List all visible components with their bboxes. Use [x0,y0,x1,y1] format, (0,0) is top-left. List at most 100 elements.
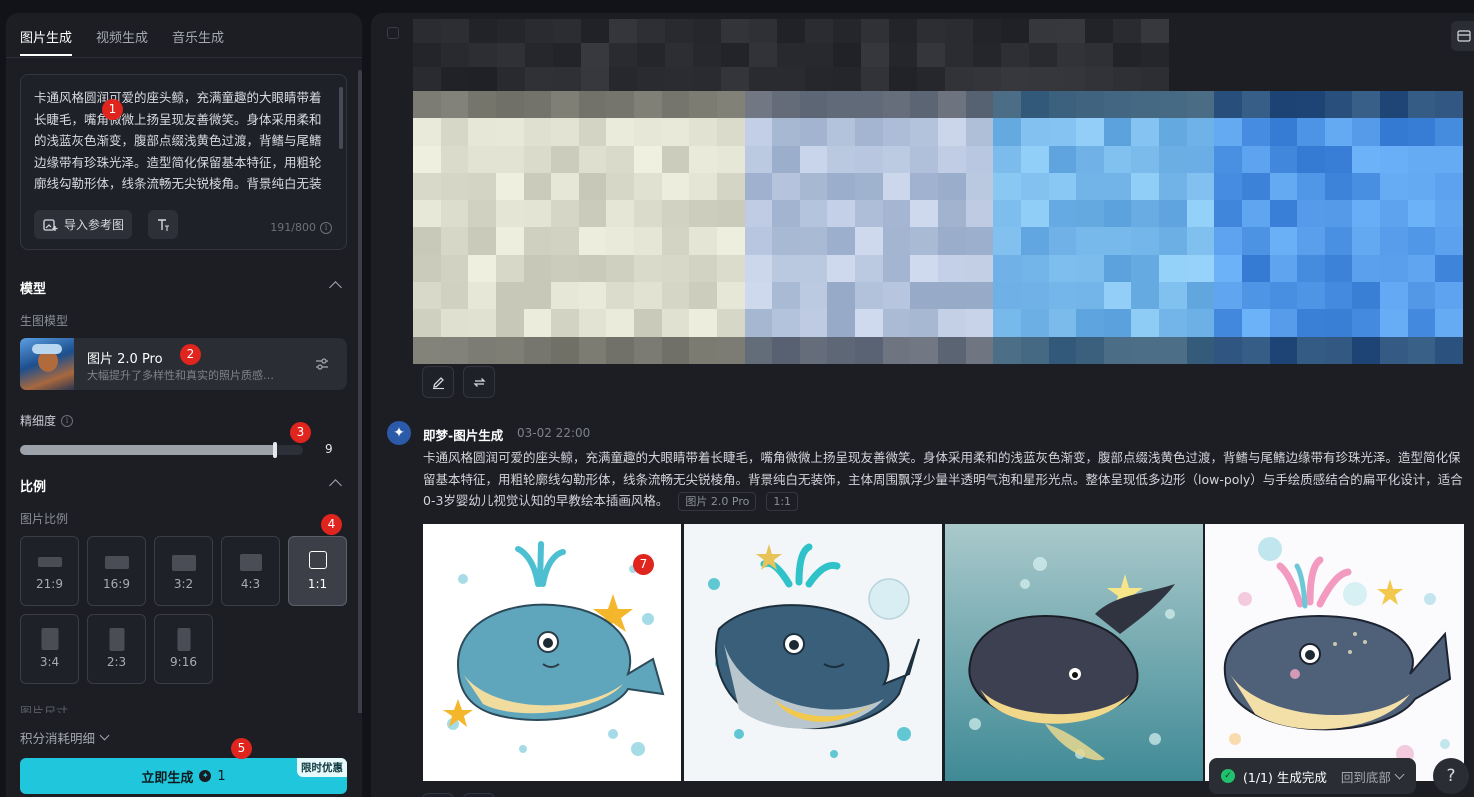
model-tag[interactable]: 图片 2.0 Pro [678,492,757,512]
help-button[interactable]: ? [1433,758,1469,794]
panel-toggle-button[interactable] [1451,21,1474,51]
prompt-input[interactable]: 卡通风格圆润可爱的座头鲸，充满童趣的大眼睛带着长睫毛，嘴角微微上扬呈现友善微笑。… [34,87,324,190]
mosaic-tile [1380,200,1408,228]
mosaic-tile [689,254,717,283]
import-reference-button[interactable]: 导入参考图 [34,210,133,239]
mosaic-tile [1435,254,1463,283]
ratio-3-2[interactable]: 3:2 [154,536,213,606]
tab-music[interactable]: 音乐生成 [172,27,224,46]
sliders-icon[interactable] [315,357,329,371]
ratio-collapse-chevron-icon[interactable] [329,479,342,492]
mosaic-tile [772,254,800,283]
ratio-2-3-label: 2:3 [106,655,127,669]
mosaic-tile [744,336,773,364]
mosaic-tile [551,91,579,119]
mosaic-tile [1186,254,1215,283]
ratio-3-2-label: 3:2 [173,577,194,591]
mosaic-tile [634,336,662,364]
prompt-scrollbar[interactable] [339,87,343,149]
ratio-9-16[interactable]: 9:16 [154,614,213,684]
mosaic-tile [1001,19,1029,43]
mosaic-tile [805,43,833,67]
mosaic-tile [910,118,938,146]
credit-details-link[interactable]: 积分消耗明细 [20,728,110,747]
ratio-1-1[interactable]: 1:1 [288,536,347,606]
mosaic-tile [693,19,721,43]
mosaic-tile [578,227,607,255]
mosaic-tile [1103,282,1132,310]
mosaic-tile [689,118,717,146]
mosaic-tile [777,43,805,67]
mosaic-tile [855,227,883,255]
mosaic-tile [553,43,581,67]
model-collapse-chevron-icon[interactable] [329,281,342,294]
mosaic-tile [495,227,524,255]
mosaic-tile [1241,91,1270,119]
select-checkbox[interactable] [387,27,399,39]
detail-slider[interactable] [20,442,303,458]
detail-slider-handle[interactable] [272,442,277,458]
ratio-16-9-label: 16:9 [103,577,130,591]
tab-image[interactable]: 图片生成 [20,27,72,46]
mosaic-tile [634,118,662,146]
detail-info-icon[interactable]: i [61,414,74,427]
mosaic-tile [1352,336,1381,364]
detail-label-row: 精细度 i [20,412,74,429]
ratio-4-3-label: 4:3 [240,577,261,591]
mosaic-tile [1085,19,1113,43]
ratio-21-9[interactable]: 21:9 [20,536,79,606]
mosaic-tile [1407,227,1436,255]
panel-scrollbar[interactable] [358,70,362,720]
generated-image-4[interactable] [1205,524,1464,781]
next-edit-button[interactable] [422,793,454,797]
mosaic-tile [721,43,749,67]
mosaic-tile [1048,282,1077,310]
ratio-2-3[interactable]: 2:3 [87,614,146,684]
regenerate-button[interactable] [463,366,495,398]
mosaic-tile [495,309,524,337]
ratio-4-3-icon [239,554,262,571]
mosaic-tile [799,118,828,146]
generated-image-3[interactable] [945,524,1203,781]
ratio-16-9[interactable]: 16:9 [87,536,146,606]
edit-button[interactable] [422,366,454,398]
mosaic-tile [1131,91,1160,119]
mosaic-tile [1324,254,1353,283]
mosaic-tile [772,145,800,173]
mosaic-tile [1297,145,1325,173]
back-to-bottom-button[interactable]: 回到底部 [1341,767,1405,786]
mosaic-tile [882,145,911,173]
mosaic-tile [882,91,911,119]
mosaic-tile [578,309,607,337]
mosaic-tile [1407,309,1436,337]
text-format-button[interactable] [148,210,178,239]
generate-footer: 积分消耗明细 立即生成 ✦ 1 限时优惠 [6,713,362,797]
tab-video[interactable]: 视频生成 [96,27,148,46]
blurred-previous-result[interactable] [413,91,1463,364]
mosaic-tile [440,172,469,201]
info-icon[interactable]: i [320,221,332,234]
generate-button[interactable]: 立即生成 ✦ 1 限时优惠 [20,758,347,794]
ratio-3-4[interactable]: 3:4 [20,614,79,684]
mosaic-tile [523,200,552,228]
mosaic-tile [965,145,994,173]
mosaic-tile [495,118,524,146]
mosaic-tile [1297,282,1325,310]
mosaic-tile [1159,145,1187,173]
mosaic-tile [578,145,607,173]
mosaic-tile [1103,118,1132,146]
mosaic-tile [1085,43,1113,67]
mosaic-tile [1241,336,1270,364]
generate-cost: 1 [217,768,226,784]
mosaic-tile [413,336,441,364]
mosaic-tile [661,309,690,337]
mosaic-tile [855,172,883,201]
generated-image-2[interactable] [684,524,942,781]
mosaic-tile [827,309,856,337]
mosaic-tile [833,43,861,67]
ratio-4-3[interactable]: 4:3 [221,536,280,606]
mosaic-tile [827,227,856,255]
next-regenerate-button[interactable] [463,793,495,797]
ratio-tag[interactable]: 1:1 [766,492,799,512]
ratio-3-4-label: 3:4 [39,655,60,669]
